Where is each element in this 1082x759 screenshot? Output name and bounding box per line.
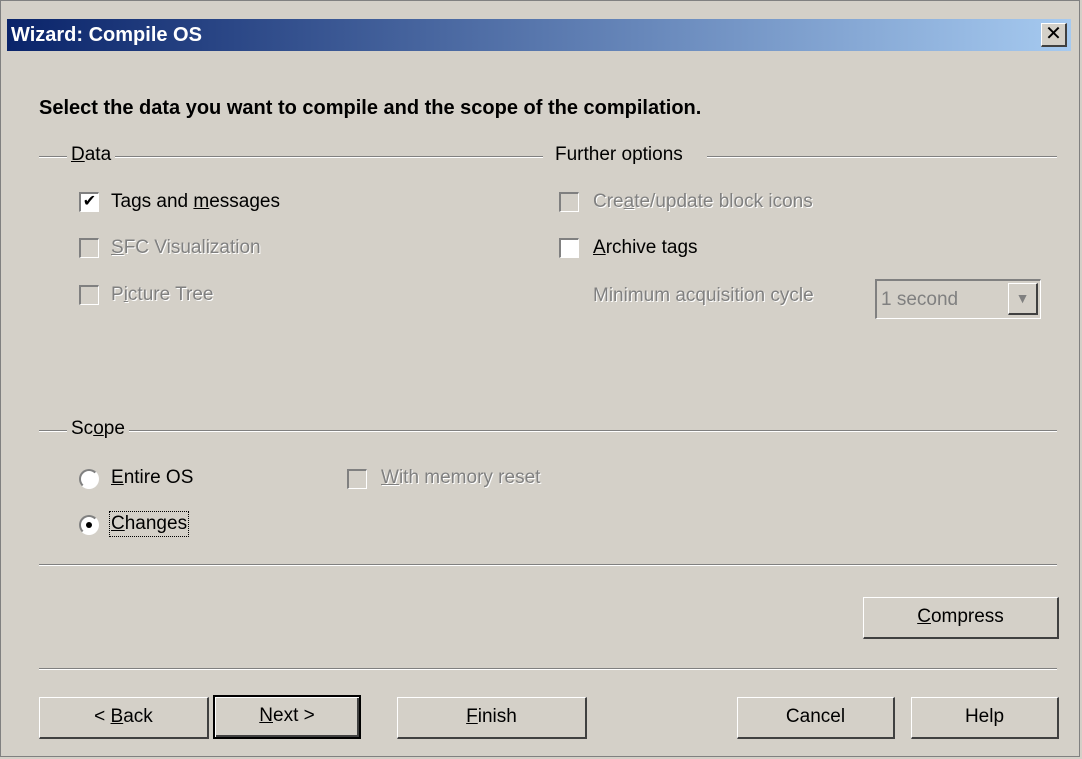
separator-upper [39,564,1057,566]
data-group-label: Data [67,144,116,166]
scope-group-label: Scope [67,418,129,440]
back-button[interactable]: < Back [39,697,209,739]
sfc-visualization-label: SFC Visualization [111,237,261,258]
close-icon: ✕ [1045,23,1062,45]
tags-and-messages-checkbox[interactable]: ✔ [79,192,99,212]
scope-group-divider [39,430,1057,432]
next-button[interactable]: Next > [213,695,361,739]
archive-tags-checkbox[interactable] [559,238,579,258]
chevron-down-icon[interactable]: ▼ [1008,283,1038,315]
help-button[interactable]: Help [911,697,1059,739]
min-acquisition-cycle-select[interactable]: 1 second ▼ [875,279,1041,319]
entire-os-label[interactable]: Entire OS [111,467,193,489]
create-block-icons-label: Create/update block icons [593,191,813,212]
close-button[interactable]: ✕ [1041,23,1067,47]
further-options-label: Further options [551,144,687,166]
separator-lower [39,668,1057,670]
picture-tree-label: Picture Tree [111,284,214,305]
changes-label[interactable]: Changes [108,511,190,537]
checkmark-icon: ✔ [82,193,97,210]
instruction-heading: Select the data you want to compile and … [39,97,702,119]
memory-reset-checkbox[interactable] [347,469,367,489]
min-acquisition-cycle-value: 1 second [881,289,959,310]
create-block-icons-checkbox[interactable] [559,192,579,212]
title-bar[interactable]: Wizard: Compile OS ✕ [7,19,1071,51]
sfc-visualization-checkbox[interactable] [79,238,99,258]
memory-reset-label: With memory reset [381,467,541,488]
compress-button[interactable]: Compress [863,597,1059,639]
picture-tree-checkbox[interactable] [79,285,99,305]
window-title: Wizard: Compile OS [11,24,202,46]
finish-button[interactable]: Finish [397,697,587,739]
archive-tags-label[interactable]: Archive tags [593,237,698,259]
tags-and-messages-label[interactable]: Tags and messages [111,191,280,213]
cancel-button[interactable]: Cancel [737,697,895,739]
compile-os-wizard-dialog: Wizard: Compile OS ✕ Select the data you… [0,0,1080,757]
changes-radio[interactable] [79,515,99,535]
min-acquisition-cycle-label: Minimum acquisition cycle [593,285,814,306]
entire-os-radio[interactable] [79,469,99,489]
further-options-divider [707,156,1057,158]
radio-selected-dot [86,522,92,528]
